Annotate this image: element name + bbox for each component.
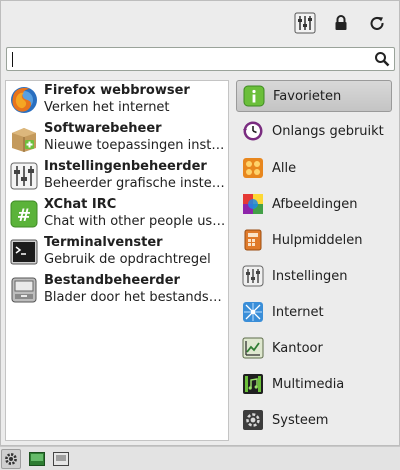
category-label: Instellingen	[272, 268, 348, 284]
application-menu: Firefox webbrowser Verken het internet S…	[0, 0, 400, 446]
office-icon	[242, 337, 264, 359]
terminal-icon	[10, 239, 38, 265]
system-icon	[243, 410, 263, 430]
category-label: Kantoor	[272, 340, 323, 356]
application-list: Firefox webbrowser Verken het internet S…	[5, 80, 229, 441]
list-item-instellingenbeheerder[interactable]: Instellingenbeheerder Beheerder grafisch…	[6, 158, 228, 196]
category-onlangs-gebruikt[interactable]: Onlangs gebruikt	[236, 115, 392, 147]
software-box-icon	[12, 128, 36, 152]
menu-button[interactable]	[1, 449, 21, 469]
all-apps-icon	[243, 158, 263, 178]
category-instellingen[interactable]: Instellingen	[236, 260, 392, 292]
category-label: Afbeeldingen	[272, 196, 358, 212]
svg-text:#: #	[17, 206, 31, 226]
app-description: Beheerder grafische instelli...	[44, 176, 226, 191]
sliders-icon	[10, 162, 38, 190]
settings-panel-button[interactable]	[289, 9, 321, 37]
category-label: Hulpmiddelen	[272, 232, 363, 248]
list-item-terminalvenster[interactable]: Terminalvenster Gebruik de opdrachtregel	[6, 234, 228, 272]
list-item-firefox[interactable]: Firefox webbrowser Verken het internet	[6, 82, 228, 120]
menu-gear-icon	[5, 453, 17, 465]
app-description: Verken het internet	[44, 100, 170, 115]
text-caret	[12, 52, 13, 67]
category-label: Alle	[272, 160, 297, 176]
firefox-icon	[11, 87, 37, 113]
app-name: Terminalvenster	[44, 235, 163, 250]
list-item-xchat[interactable]: # XChat IRC Chat with other people usin.…	[6, 196, 228, 234]
accessories-icon	[244, 229, 262, 251]
internet-icon	[243, 302, 263, 322]
list-item-bestandbeheerder[interactable]: Bestandbeheerder Blader door het bestand…	[6, 272, 228, 310]
category-kantoor[interactable]: Kantoor	[236, 332, 392, 364]
app-description: Blader door het bestandssy...	[44, 290, 226, 305]
power-button[interactable]	[361, 9, 393, 37]
category-label: Onlangs gebruikt	[272, 123, 384, 139]
app-name: Firefox webbrowser	[44, 83, 190, 98]
show-desktop-icon	[29, 452, 45, 466]
category-label: Systeem	[272, 412, 329, 428]
category-afbeeldingen[interactable]: Afbeeldingen	[236, 188, 392, 220]
app-description: Chat with other people usin...	[44, 214, 226, 229]
category-alle[interactable]: Alle	[236, 152, 392, 184]
file-manager-icon	[11, 277, 37, 303]
category-internet[interactable]: Internet	[236, 296, 392, 328]
multimedia-icon	[243, 374, 263, 394]
category-multimedia[interactable]: Multimedia	[236, 368, 392, 400]
show-desktop-button[interactable]	[27, 449, 47, 469]
search-field[interactable]	[6, 47, 395, 71]
category-label: Favorieten	[273, 88, 342, 104]
power-icon	[370, 16, 384, 30]
category-hulpmiddelen[interactable]: Hulpmiddelen	[236, 224, 392, 256]
app-description: Gebruik de opdrachtregel	[44, 252, 211, 267]
settings-icon	[242, 265, 264, 287]
window-list-button[interactable]	[51, 449, 71, 469]
app-name: Softwarebeheer	[44, 121, 162, 136]
search-icon[interactable]	[374, 51, 390, 67]
category-list: Favorieten Onlangs gebruikt Alle Afbeeld…	[233, 80, 395, 440]
menu-toolbar	[289, 9, 393, 37]
category-favorieten[interactable]: Favorieten	[236, 80, 392, 112]
xchat-icon: #	[10, 200, 38, 228]
lock-icon	[335, 15, 347, 30]
list-item-softwarebeheer[interactable]: Softwarebeheer Nieuwe toepassingen insta…	[6, 120, 228, 158]
window-icon	[53, 452, 69, 466]
recent-icon	[243, 121, 263, 141]
app-name: XChat IRC	[44, 197, 117, 212]
app-name: Bestandbeheerder	[44, 273, 180, 288]
graphics-icon	[243, 194, 263, 214]
search-input[interactable]	[15, 50, 370, 68]
app-name: Instellingenbeheerder	[44, 159, 207, 174]
lock-screen-button[interactable]	[325, 9, 357, 37]
category-label: Internet	[272, 304, 324, 320]
settings-panel-icon	[294, 12, 316, 34]
category-label: Multimedia	[272, 376, 345, 392]
category-systeem[interactable]: Systeem	[236, 404, 392, 436]
panel-taskbar	[0, 446, 400, 470]
favorites-icon	[243, 85, 265, 107]
app-description: Nieuwe toepassingen install...	[44, 138, 226, 153]
